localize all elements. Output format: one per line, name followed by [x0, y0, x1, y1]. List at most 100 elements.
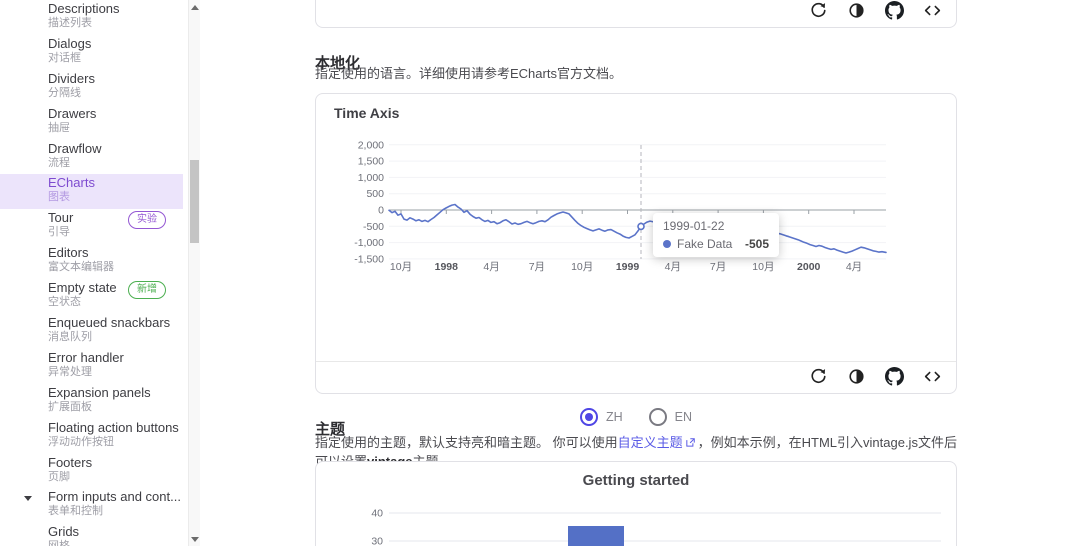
sidebar-item-title: Tour — [48, 209, 188, 226]
sidebar-item-subtitle: 扩展面板 — [48, 401, 188, 414]
time-axis-example-card: Time Axis 2,0001,5001,0005000-500-1,000-… — [315, 93, 957, 394]
scroll-up-arrow-icon[interactable] — [191, 5, 199, 10]
github-button[interactable] — [885, 1, 904, 20]
time-axis-line-chart[interactable]: 2,0001,5001,0005000-500-1,000-1,50010月19… — [316, 94, 956, 326]
page: Descriptions描述列表Dialogs对话框Dividers分隔线Dra… — [0, 0, 1080, 546]
sidebar-item-title: Empty state — [48, 279, 188, 296]
sidebar-item-floating-action-buttons[interactable]: Floating action buttons浮动动作按钮 — [0, 419, 188, 454]
sidebar-item-subtitle: 页脚 — [48, 471, 188, 484]
sidebar-item-grids[interactable]: Grids网格 — [0, 523, 188, 546]
sidebar-nav: Descriptions描述列表Dialogs对话框Dividers分隔线Dra… — [0, 0, 188, 546]
refresh-button[interactable] — [809, 367, 828, 386]
sidebar-item-enqueued-snackbars[interactable]: Enqueued snackbars消息队列 — [0, 314, 188, 349]
x-axis-label: 7月 — [529, 261, 545, 273]
bar-segment — [568, 526, 624, 546]
sidebar-item-expansion-panels[interactable]: Expansion panels扩展面板 — [0, 384, 188, 419]
refresh-icon — [809, 1, 828, 20]
scroll-down-arrow-icon[interactable] — [191, 537, 199, 542]
code-icon — [923, 1, 942, 20]
refresh-icon — [809, 367, 828, 386]
sidebar-item-subtitle: 消息队列 — [48, 331, 188, 344]
github-icon — [885, 367, 904, 386]
sidebar-item-title: Enqueued snackbars — [48, 314, 188, 331]
sidebar-item-form-inputs-and-cont[interactable]: Form inputs and cont...表单和控制 — [0, 488, 188, 523]
contrast-button[interactable] — [847, 367, 866, 386]
sidebar-item-title: Floating action buttons — [48, 419, 188, 436]
sidebar-scrollbar[interactable] — [188, 0, 200, 546]
sidebar-item-error-handler[interactable]: Error handler异常处理 — [0, 349, 188, 384]
tooltip-date: 1999-01-22 — [663, 219, 769, 234]
status-badge: 实验 — [128, 211, 166, 229]
y-axis-label: -1,000 — [354, 237, 384, 249]
theme-desc-text: 指定使用的主题，默认支持亮和暗主题。 你可以使用 — [315, 435, 618, 450]
github-button[interactable] — [885, 367, 904, 386]
sidebar-item-subtitle: 表单和控制 — [48, 505, 188, 518]
radio-label: EN — [675, 410, 692, 424]
x-axis-label: 1999 — [616, 261, 640, 273]
getting-started-bar-chart[interactable]: 4030 — [316, 462, 956, 546]
y-axis-label: 1,000 — [358, 172, 384, 184]
localization-description: 指定使用的语言。详细使用请参考ECharts官方文档。 — [315, 63, 622, 82]
y-axis-label: 500 — [366, 188, 384, 200]
sidebar-item-title: Grids — [48, 523, 188, 540]
contrast-icon — [847, 367, 866, 386]
caret-down-icon[interactable] — [24, 496, 32, 501]
tooltip-series-name: Fake Data — [677, 237, 732, 251]
x-axis-label: 10月 — [390, 261, 412, 273]
highlighted-data-point — [638, 223, 644, 229]
sidebar-item-drawflow[interactable]: Drawflow流程 — [0, 140, 188, 175]
sidebar-item-subtitle: 图表 — [48, 191, 183, 204]
sidebar-item-title: Error handler — [48, 349, 188, 366]
sidebar-item-dividers[interactable]: Dividers分隔线 — [0, 70, 188, 105]
sidebar-item-subtitle: 异常处理 — [48, 366, 188, 379]
radio-circle-icon — [649, 408, 667, 426]
sidebar-item-subtitle: 浮动动作按钮 — [48, 436, 188, 449]
chart-tooltip: 1999-01-22 Fake Data -505 — [653, 213, 779, 257]
getting-started-example-card: Getting started 4030 — [315, 461, 957, 546]
sidebar-item-footers[interactable]: Footers页脚 — [0, 454, 188, 489]
sidebar-item-echarts[interactable]: ECharts图表 — [0, 174, 183, 209]
sidebar-item-title: Dialogs — [48, 35, 188, 52]
sidebar-item-subtitle: 分隔线 — [48, 87, 188, 100]
sidebar-item-subtitle: 网格 — [48, 540, 188, 546]
previous-example-card — [315, 0, 957, 28]
x-axis-label: 4月 — [665, 261, 681, 273]
contrast-icon — [847, 1, 866, 20]
series-color-dot — [663, 240, 671, 248]
sidebar-item-subtitle: 抽屉 — [48, 122, 188, 135]
sidebar-item-subtitle: 空状态 — [48, 296, 188, 309]
custom-theme-link[interactable]: 自定义主题 — [618, 435, 683, 450]
fake-data-series-line — [389, 205, 886, 254]
example-toolbar — [316, 359, 956, 393]
sidebar-item-tour[interactable]: Tour引导实验 — [0, 209, 188, 244]
sidebar-item-drawers[interactable]: Drawers抽屉 — [0, 105, 188, 140]
sidebar-item-title: Drawers — [48, 105, 188, 122]
sidebar-item-empty-state[interactable]: Empty state空状态新增 — [0, 279, 188, 314]
sidebar-item-subtitle: 富文本编辑器 — [48, 261, 188, 274]
x-axis-label: 4月 — [846, 261, 862, 273]
scrollbar-thumb[interactable] — [190, 160, 199, 243]
sidebar-item-title: Editors — [48, 244, 188, 261]
radio-zh[interactable]: ZH — [580, 408, 623, 426]
radio-label: ZH — [606, 410, 623, 424]
sidebar-item-title: Dividers — [48, 70, 188, 87]
radio-en[interactable]: EN — [649, 408, 692, 426]
sidebar-item-subtitle: 引导 — [48, 226, 188, 239]
code-button[interactable] — [923, 367, 942, 386]
x-axis-label: 1998 — [435, 261, 459, 273]
tooltip-value: -505 — [745, 237, 769, 251]
open-in-new-icon[interactable] — [683, 435, 698, 450]
sidebar-item-subtitle: 流程 — [48, 157, 188, 170]
sidebar-item-descriptions[interactable]: Descriptions描述列表 — [0, 0, 188, 35]
x-axis-label: 10月 — [752, 261, 774, 273]
sidebar-item-title: Expansion panels — [48, 384, 188, 401]
refresh-button[interactable] — [809, 1, 828, 20]
contrast-button[interactable] — [847, 1, 866, 20]
sidebar-item-title: Descriptions — [48, 0, 188, 17]
sidebar-item-dialogs[interactable]: Dialogs对话框 — [0, 35, 188, 70]
code-button[interactable] — [923, 1, 942, 20]
y-axis-label: 30 — [371, 536, 383, 546]
sidebar-item-editors[interactable]: Editors富文本编辑器 — [0, 244, 188, 279]
sidebar-item-title: Form inputs and cont... — [48, 488, 188, 505]
y-axis-label: 2,000 — [358, 139, 384, 151]
